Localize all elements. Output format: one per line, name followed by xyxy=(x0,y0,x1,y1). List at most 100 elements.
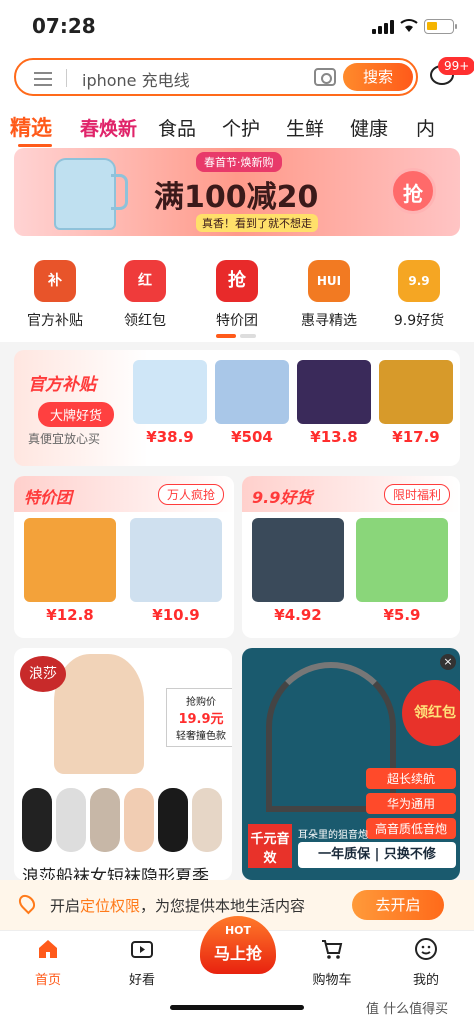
app-root: { "status": {"time": "07:28"}, "search":… xyxy=(0,0,474,1025)
tab-food[interactable]: 食品 xyxy=(158,114,196,141)
sound-badge: 千元音效 xyxy=(248,824,292,868)
hot-grab-button[interactable]: HOT 马上抢 xyxy=(196,916,280,976)
pager-dots xyxy=(216,334,256,338)
banner-promo: 满100减20 xyxy=(154,180,319,215)
icon-item-99[interactable]: 9.9 9.9好货 xyxy=(374,260,464,330)
tab-health[interactable]: 健康 xyxy=(350,114,388,141)
icon-item-redpacket[interactable]: 红 领红包 xyxy=(100,260,190,330)
product-price: ¥13.8 xyxy=(310,428,358,446)
nav-mine[interactable]: 我的 xyxy=(396,937,456,988)
promo-banner[interactable]: 春首节·焕新购 满100减20 真香！看到了就不想走 抢 xyxy=(14,148,460,236)
brand-logo: 浪莎 xyxy=(20,656,66,692)
product-card[interactable]: ¥38.9 xyxy=(130,360,210,446)
camera-icon[interactable] xyxy=(314,68,336,86)
warranty-bar: 一年质保 | 只换不修 xyxy=(298,842,456,868)
icon-item-tejia[interactable]: 抢 特价团 xyxy=(192,260,282,330)
smile-icon xyxy=(415,938,437,960)
banner-sub: 真香！看到了就不想走 xyxy=(196,214,318,232)
watermark: 值 什么值得买 xyxy=(366,1002,449,1017)
product-image xyxy=(130,518,222,602)
tab-fresh[interactable]: 生鲜 xyxy=(286,114,324,141)
icon-item-subsidy[interactable]: 补 官方补贴 xyxy=(10,260,100,330)
product-card[interactable]: ¥13.8 xyxy=(294,360,374,446)
price-tag-note: 轻奢撞色款 xyxy=(176,731,226,742)
hot-text: 马上抢 xyxy=(213,944,262,963)
feature-tag: 华为通用 xyxy=(366,793,456,814)
feed-item-socks[interactable]: 浪莎 抢购价 19.9元 轻奢撞色款 浪莎船袜女短袜隐形夏季 xyxy=(14,648,232,880)
tab-jingxuan[interactable]: 精选 xyxy=(10,112,52,142)
signal-icon xyxy=(372,20,394,34)
search-bar[interactable]: iphone 充电线 搜索 xyxy=(14,58,418,96)
icon-label: 惠寻精选 xyxy=(301,313,357,329)
feed-title: 浪莎船袜女短袜隐形夏季 xyxy=(22,867,209,880)
message-badge: 99+ xyxy=(438,57,474,75)
nav-home[interactable]: 首页 xyxy=(18,937,78,988)
tab-more[interactable]: 内 xyxy=(416,114,435,141)
feature-tag: 超长续航 xyxy=(366,768,456,789)
status-time: 07:28 xyxy=(32,14,96,38)
product-price: ¥38.9 xyxy=(146,428,194,446)
message-button[interactable]: 99+ xyxy=(428,57,474,87)
nav-label: 我的 xyxy=(412,973,439,988)
nav-watch[interactable]: 好看 xyxy=(112,937,172,988)
haohuo-pill: 限时福利 xyxy=(383,484,450,505)
official-subsidy-card[interactable]: 官方补贴 大牌好货 真便宜放心买 ¥38.9 ¥504 ¥13.8 ¥17.9 xyxy=(14,350,460,466)
nav-label: 首页 xyxy=(34,973,61,988)
icon-row: 补 官方补贴 红 领红包 抢 特价团 HUI 惠寻精选 9.9 9.9好货 xyxy=(0,250,474,342)
product-card[interactable]: ¥12.8 xyxy=(22,518,118,624)
search-input[interactable]: iphone 充电线 xyxy=(82,67,190,91)
category-tabs: 精选 春焕新 食品 个护 生鲜 健康 内 xyxy=(0,110,474,147)
nav-cart[interactable]: 购物车 xyxy=(302,937,362,988)
product-card[interactable]: ¥504 xyxy=(212,360,292,446)
home-icon xyxy=(39,940,57,958)
icon-label: 领红包 xyxy=(124,313,166,329)
product-image xyxy=(356,518,448,602)
tejia-pill: 万人疯抢 xyxy=(157,484,224,505)
location-text: 开启定位权限，为您提供本地生活内容 xyxy=(50,895,305,916)
icon-label: 特价团 xyxy=(216,313,258,329)
tab-personal-care[interactable]: 个护 xyxy=(222,114,260,141)
hot-label: HOT xyxy=(224,924,252,937)
product-card[interactable]: ¥10.9 xyxy=(128,518,224,624)
wifi-icon xyxy=(400,19,418,32)
product-card[interactable]: ¥4.92 xyxy=(250,518,346,624)
close-icon[interactable]: × xyxy=(440,654,456,670)
feed-subtext: 耳朵里的狙音炮 xyxy=(298,830,368,841)
product-card[interactable]: ¥5.9 xyxy=(354,518,450,624)
nav-label: 购物车 xyxy=(312,973,352,988)
location-text-post: ，为您提供本地生活内容 xyxy=(140,897,306,915)
banner-grab-button[interactable]: 抢 xyxy=(390,168,436,214)
red-packet-icon: 红 xyxy=(124,260,166,302)
official-pill: 大牌好货 xyxy=(38,402,115,427)
location-text-pre: 开启 xyxy=(50,897,81,915)
feature-tags: 超长续航 华为通用 高音质低音炮 xyxy=(366,768,456,843)
scan-icon[interactable] xyxy=(32,69,54,87)
product-image xyxy=(24,518,116,602)
icon-label: 官方补贴 xyxy=(27,313,83,329)
feed-item-headphones[interactable]: × 领红包 超长续航 华为通用 高音质低音炮 千元音效 耳朵里的狙音炮 一年质保… xyxy=(242,648,460,880)
price-tag-label: 抢购价 xyxy=(186,697,216,708)
search-divider xyxy=(66,69,67,87)
nav-label: 好看 xyxy=(128,973,155,988)
hui-icon: HUI xyxy=(308,260,350,302)
product-card[interactable]: ¥17.9 xyxy=(376,360,456,446)
status-bar: 07:28 xyxy=(0,0,474,50)
icon-item-hui[interactable]: HUI 惠寻精选 xyxy=(284,260,374,330)
location-pin-icon xyxy=(15,891,39,915)
product-price: ¥504 xyxy=(231,428,273,446)
product-image xyxy=(297,360,371,424)
enable-location-button[interactable]: 去开启 xyxy=(352,890,444,920)
red-packet-button[interactable]: 领红包 xyxy=(402,680,460,746)
tejia-card[interactable]: 特价团 万人疯抢 ¥12.8 ¥10.9 xyxy=(14,476,234,638)
nine-nine-icon: 9.9 xyxy=(398,260,440,302)
tab-chunhuanxin[interactable]: 春焕新 xyxy=(80,114,137,141)
battery-icon xyxy=(424,19,457,34)
official-desc: 真便宜放心买 xyxy=(28,432,101,446)
banner-tag: 春首节·焕新购 xyxy=(196,152,282,172)
tab-underline xyxy=(18,144,52,147)
tejia-head: 特价团 万人疯抢 xyxy=(14,476,234,512)
product-image xyxy=(133,360,207,424)
search-button[interactable]: 搜索 xyxy=(343,63,413,91)
product-price: ¥4.92 xyxy=(274,606,322,624)
haohuo-card[interactable]: 9.9好货 限时福利 ¥4.92 ¥5.9 xyxy=(242,476,460,638)
